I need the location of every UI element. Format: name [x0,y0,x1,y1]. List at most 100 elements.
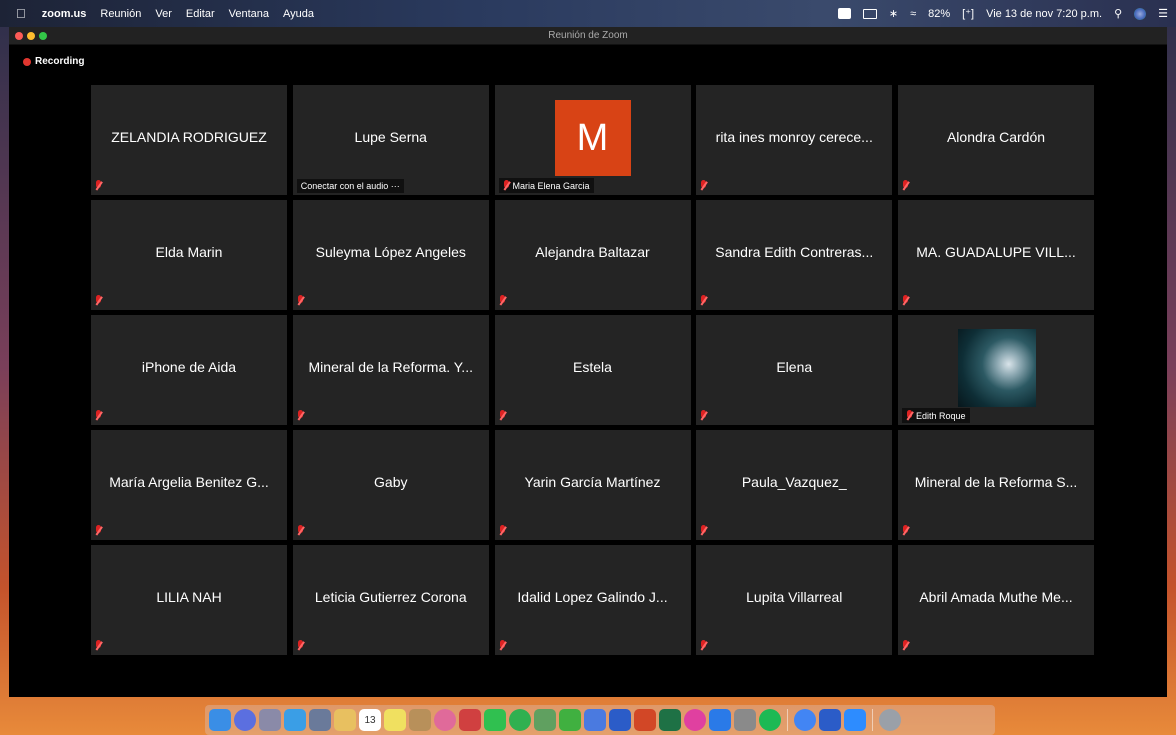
dock-powerpoint-icon[interactable] [634,709,656,731]
participant-tile[interactable]: María Argelia Benitez G... [91,430,287,540]
dock-photos-icon[interactable] [434,709,456,731]
muted-mic-icon [95,295,102,306]
dock-calendar-icon[interactable]: 13 [359,709,381,731]
apple-icon[interactable]:  [16,6,26,21]
participant-name: LILIA NAH [156,589,222,605]
muted-mic-icon [906,410,913,421]
participant-tile[interactable]: Edith Roque [898,315,1094,425]
dock-excel-icon[interactable] [659,709,681,731]
dock-photobooth-icon[interactable] [459,709,481,731]
dock-maps-icon[interactable] [534,709,556,731]
muted-mic-icon [700,410,707,421]
participant-tile[interactable]: Elena [696,315,893,425]
participant-tile[interactable]: Abril Amada Muthe Me... [898,545,1094,655]
dock-appstore-icon[interactable] [709,709,731,731]
dock-keynote-icon[interactable] [584,709,606,731]
muted-mic-icon [297,295,304,306]
menu-ver[interactable]: Ver [155,8,172,20]
participant-tile[interactable]: Lupita Villarreal [696,545,893,655]
participant-tile[interactable]: iPhone de Aida [91,315,287,425]
menu-editar[interactable]: Editar [186,8,215,20]
notification-center-icon[interactable]: ☰ [1158,7,1168,20]
dock-launchpad-icon[interactable] [259,709,281,731]
dock-stickies-icon[interactable] [384,709,406,731]
dock-finder-icon[interactable] [209,709,231,731]
dock-safari-icon[interactable] [284,709,306,731]
airplay-icon[interactable] [862,8,877,19]
recording-indicator[interactable]: Recording [23,56,84,67]
participant-name: Leticia Gutierrez Corona [314,589,467,605]
participant-tile[interactable]: Gaby [292,430,489,540]
dock-trash-icon[interactable] [879,709,901,731]
participant-tile[interactable]: Idalid Lopez Galindo J... [494,545,691,655]
recording-dot-icon [23,57,31,66]
participant-tile[interactable]: Alejandra Baltazar [494,200,691,310]
battery-label[interactable]: 82% [928,8,950,20]
spotlight-search-icon[interactable]: ⚲ [1114,7,1122,20]
dock-messages-icon[interactable] [484,709,506,731]
muted-mic-icon [902,295,909,306]
dock-word-icon[interactable] [819,709,841,731]
participant-tile[interactable]: rita ines monroy cerece... [696,85,893,195]
dock-system-preferences-icon[interactable] [734,709,756,731]
participant-name: Idalid Lopez Galindo J... [517,589,668,605]
participant-tile[interactable]: LILIA NAH [91,545,287,655]
muted-mic-icon [499,525,506,536]
participant-caption: Conectar con el audio ··· [296,179,404,193]
participant-name: Estela [573,359,612,375]
menu-ventana[interactable]: Ventana [229,8,269,20]
participant-tile[interactable]: Lupe Serna Conectar con el audio ··· [292,85,489,195]
participant-tile[interactable]: Estela [494,315,691,425]
muted-mic-icon [297,525,304,536]
zoom-status-icon[interactable] [837,8,851,19]
participant-tile[interactable]: Alondra Cardón [898,85,1094,195]
muted-mic-icon [499,410,506,421]
participant-name: Elena [776,359,813,375]
participant-tile[interactable]: Suleyma López Angeles [292,200,489,310]
dock-notes-icon[interactable] [334,709,356,731]
dock-separator [872,709,873,731]
dock-numbers-icon[interactable] [559,709,581,731]
menu-app-name[interactable]: zoom.us [42,8,87,20]
avatar: M [554,100,631,176]
participant-tile[interactable]: M Maria Elena Garcia [494,85,691,195]
muted-mic-icon [297,640,304,651]
dock-siri-icon[interactable] [234,709,256,731]
participant-name: Alejandra Baltazar [535,244,650,260]
participant-name: Mineral de la Reforma S... [914,474,1078,490]
menu-ayuda[interactable]: Ayuda [283,8,314,20]
menu-reunion[interactable]: Reunión [100,8,141,20]
muted-mic-icon [902,180,909,191]
participant-tile[interactable]: Mineral de la Reforma S... [898,430,1094,540]
participant-tile[interactable]: Sandra Edith Contreras... [696,200,893,310]
clock[interactable]: Vie 13 de nov 7:20 p.m. [986,8,1102,20]
dock-contacts-icon[interactable] [409,709,431,731]
battery-icon[interactable]: [⁺] [962,7,974,20]
participant-tile[interactable]: Yarin García Martínez [494,430,691,540]
participant-tile[interactable]: Elda Marin [91,200,287,310]
participant-name: ZELANDIA RODRIGUEZ [111,129,267,145]
participant-tile[interactable]: Paula_Vazquez_ [696,430,893,540]
muted-mic-icon [499,640,506,651]
wifi-icon[interactable]: ≈ [910,8,916,20]
bluetooth-icon[interactable]: ∗ [889,7,898,20]
dock-itunes-icon[interactable] [684,709,706,731]
participant-tile[interactable]: Leticia Gutierrez Corona [292,545,489,655]
window-title: Reunión de Zoom [548,30,628,41]
participant-name: María Argelia Benitez G... [109,474,269,490]
participant-name: Mineral de la Reforma. Y... [308,359,473,375]
dock-spotify-icon[interactable] [759,709,781,731]
siri-icon[interactable] [1134,7,1147,20]
muted-mic-icon [297,410,304,421]
dock-preview-icon[interactable] [309,709,331,731]
participant-tile[interactable]: MA. GUADALUPE VILL... [898,200,1094,310]
recording-label: Recording [35,56,85,67]
dock-word-icon[interactable] [609,709,631,731]
dock-facetime-icon[interactable] [509,709,531,731]
participant-name: rita ines monroy cerece... [715,129,873,145]
dock-chrome-icon[interactable] [794,709,816,731]
participant-tile[interactable]: ZELANDIA RODRIGUEZ [91,85,287,195]
participant-tile[interactable]: Mineral de la Reforma. Y... [292,315,489,425]
dock-zoom-icon[interactable] [844,709,866,731]
gallery-view-grid: ZELANDIA RODRIGUEZ Lupe Serna Conectar c… [91,85,1094,659]
